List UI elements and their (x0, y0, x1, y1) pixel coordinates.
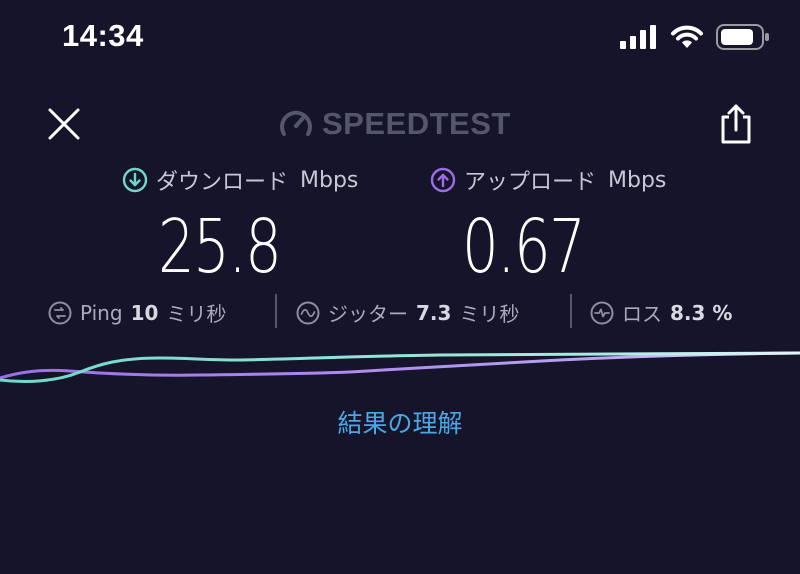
ping-unit: ミリ秒 (166, 302, 227, 326)
ping-icon (48, 301, 72, 324)
close-button[interactable] (44, 104, 84, 144)
speedometer-icon (280, 110, 312, 136)
download-unit: Mbps (300, 167, 359, 193)
status-icons (620, 24, 770, 50)
stats-row: Ping 10 ミリ秒 ジッター 7.3 ミリ秒 ロス 8.3 % (0, 294, 800, 334)
signal-icon (620, 25, 656, 49)
loss-label: ロス (622, 302, 662, 326)
share-button[interactable] (718, 102, 754, 146)
stat-divider (570, 294, 572, 328)
brand-logo: SPEEDTEST (278, 106, 511, 142)
close-icon (48, 108, 80, 140)
download-header: ダウンロード Mbps (122, 164, 358, 196)
ping-label: Ping (80, 300, 123, 325)
jitter-label: ジッター (328, 302, 408, 326)
jitter-value: 7.3 (416, 300, 452, 325)
upload-value: 0.67 (462, 204, 586, 290)
jitter-icon (296, 301, 320, 324)
understand-results-link[interactable]: 結果の理解 (0, 404, 800, 440)
status-bar: 14:34 (0, 0, 800, 80)
upload-arrow-icon (430, 167, 456, 193)
download-arrow-icon (122, 167, 148, 193)
upload-header: アップロード Mbps (430, 164, 666, 196)
speed-graph (0, 351, 800, 383)
brand-name: SPEEDTEST (322, 106, 511, 141)
download-value: 25.8 (158, 204, 282, 290)
jitter-stat: ジッター 7.3 ミリ秒 (296, 298, 519, 327)
loss-stat: ロス 8.3 % (590, 298, 732, 327)
top-bar: SPEEDTEST (0, 96, 800, 156)
ping-stat: Ping 10 ミリ秒 (48, 298, 226, 327)
ping-value: 10 (130, 300, 159, 325)
jitter-unit: ミリ秒 (459, 302, 520, 326)
loss-icon (590, 301, 614, 324)
status-time: 14:34 (62, 18, 144, 53)
upload-unit: Mbps (608, 167, 667, 193)
stat-divider (275, 294, 277, 328)
download-graph-line (0, 351, 800, 383)
wifi-icon (671, 25, 703, 48)
battery-icon (716, 24, 769, 50)
share-icon (721, 104, 751, 144)
upload-label: アップロード (464, 170, 597, 195)
loss-value: 8.3 % (670, 300, 733, 325)
download-label: ダウンロード (156, 170, 289, 195)
